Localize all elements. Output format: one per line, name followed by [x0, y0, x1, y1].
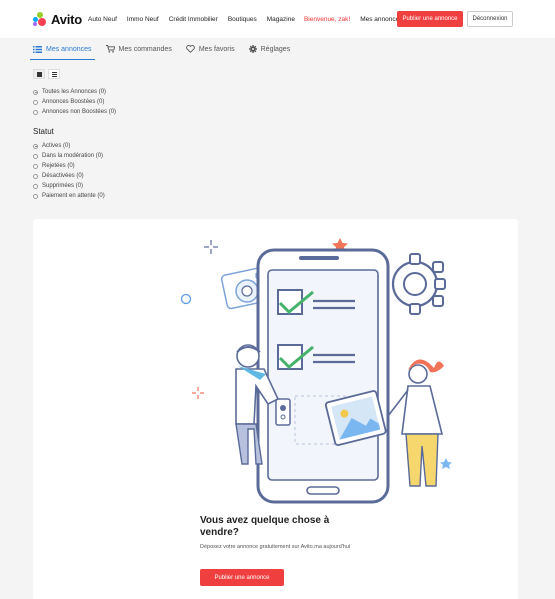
top-header: Avito Auto Neuf Immo Neuf Crédit Immobil…	[0, 0, 555, 38]
grid-view-button[interactable]	[33, 69, 45, 79]
nav-links: Auto Neuf Immo Neuf Crédit Immobilier Bo…	[88, 0, 403, 38]
radio-deactivated[interactable]: Désactivées (0)	[33, 171, 105, 181]
empty-listing-illustration-icon	[180, 238, 452, 504]
radio-button[interactable]	[33, 89, 38, 95]
radio-label: Annonces Boostées (0)	[42, 99, 105, 105]
nav-auto-neuf[interactable]: Auto Neuf	[88, 16, 117, 23]
radio-moderation[interactable]: Dans la modération (0)	[33, 151, 105, 161]
radio-label: Dans la modération (0)	[42, 153, 104, 159]
nav-boutiques[interactable]: Boutiques	[228, 16, 257, 23]
cart-icon	[105, 45, 115, 53]
grid-view-icon	[36, 71, 42, 77]
radio-label: Rejetées (0)	[42, 163, 75, 169]
tab-mes-favoris[interactable]: Mes favoris	[186, 38, 235, 60]
tab-label: Mes commandes	[118, 45, 172, 53]
heart-icon	[186, 45, 195, 53]
account-tabs: Mes annonces Mes commandes Mes favoris R…	[30, 38, 304, 60]
tab-mes-commandes[interactable]: Mes commandes	[105, 38, 172, 60]
logo-text: Avito	[51, 11, 83, 27]
gear-icon	[248, 45, 257, 53]
nav-magazine[interactable]: Magazine	[267, 16, 295, 23]
nav-immo-neuf[interactable]: Immo Neuf	[127, 16, 159, 23]
avito-logo[interactable]: Avito	[33, 11, 82, 27]
radio-button[interactable]	[33, 183, 38, 189]
radio-label: Paiement en attente (0)	[42, 193, 105, 199]
ad-type-filter: Toutes les Annonces (0) Annonces Boostée…	[33, 87, 116, 117]
radio-label: Supprimées (0)	[42, 183, 84, 189]
logout-button[interactable]: Déconnexion	[467, 11, 513, 27]
publish-ad-button[interactable]: Publier une annonce	[397, 11, 463, 27]
empty-state-description: Déposez votre annonce gratuitement sur A…	[200, 544, 351, 550]
radio-button[interactable]	[33, 163, 38, 169]
radio-label: Toutes les Annonces (0)	[42, 89, 107, 95]
radio-button[interactable]	[33, 173, 38, 179]
radio-deleted[interactable]: Supprimées (0)	[33, 181, 105, 191]
radio-boosted-ads[interactable]: Annonces Boostées (0)	[33, 97, 116, 107]
avito-logo-icon	[33, 12, 47, 26]
tab-label: Mes favoris	[198, 45, 235, 53]
radio-button[interactable]	[33, 109, 38, 115]
greeting-link[interactable]: Bienvenue, zak!	[304, 16, 350, 23]
list-icon	[33, 45, 42, 53]
radio-label: Désactivées (0)	[42, 173, 84, 179]
radio-rejected[interactable]: Rejetées (0)	[33, 161, 105, 171]
empty-state-card: Vous avez quelque chose à vendre? Dépose…	[33, 219, 518, 599]
radio-button[interactable]	[33, 153, 38, 159]
status-title: Statut	[33, 127, 54, 136]
radio-label: Annonces non Boostées (0)	[42, 109, 117, 115]
tab-label: Réglages	[260, 45, 291, 53]
publish-ad-cta-button[interactable]: Publier une annonce	[200, 569, 284, 586]
tab-mes-annonces[interactable]: Mes annonces	[30, 38, 95, 60]
radio-button[interactable]	[33, 193, 38, 199]
list-view-icon	[51, 71, 57, 77]
status-filter: Actives (0) Dans la modération (0) Rejet…	[33, 141, 105, 201]
radio-label: Actives (0)	[42, 143, 71, 149]
radio-pending-payment[interactable]: Paiement en attente (0)	[33, 191, 105, 201]
empty-state-title: Vous avez quelque chose à vendre?	[200, 515, 330, 538]
radio-button[interactable]	[33, 99, 38, 105]
tab-reglages[interactable]: Réglages	[248, 38, 291, 60]
radio-non-boosted-ads[interactable]: Annonces non Boostées (0)	[33, 107, 116, 117]
radio-button[interactable]	[33, 143, 38, 149]
list-view-button[interactable]	[48, 69, 60, 79]
radio-all-ads[interactable]: Toutes les Annonces (0)	[33, 87, 116, 97]
tab-label: Mes annonces	[46, 45, 92, 53]
nav-credit-immobilier[interactable]: Crédit Immobilier	[169, 16, 218, 23]
radio-active[interactable]: Actives (0)	[33, 141, 105, 151]
view-toggles	[33, 69, 63, 79]
